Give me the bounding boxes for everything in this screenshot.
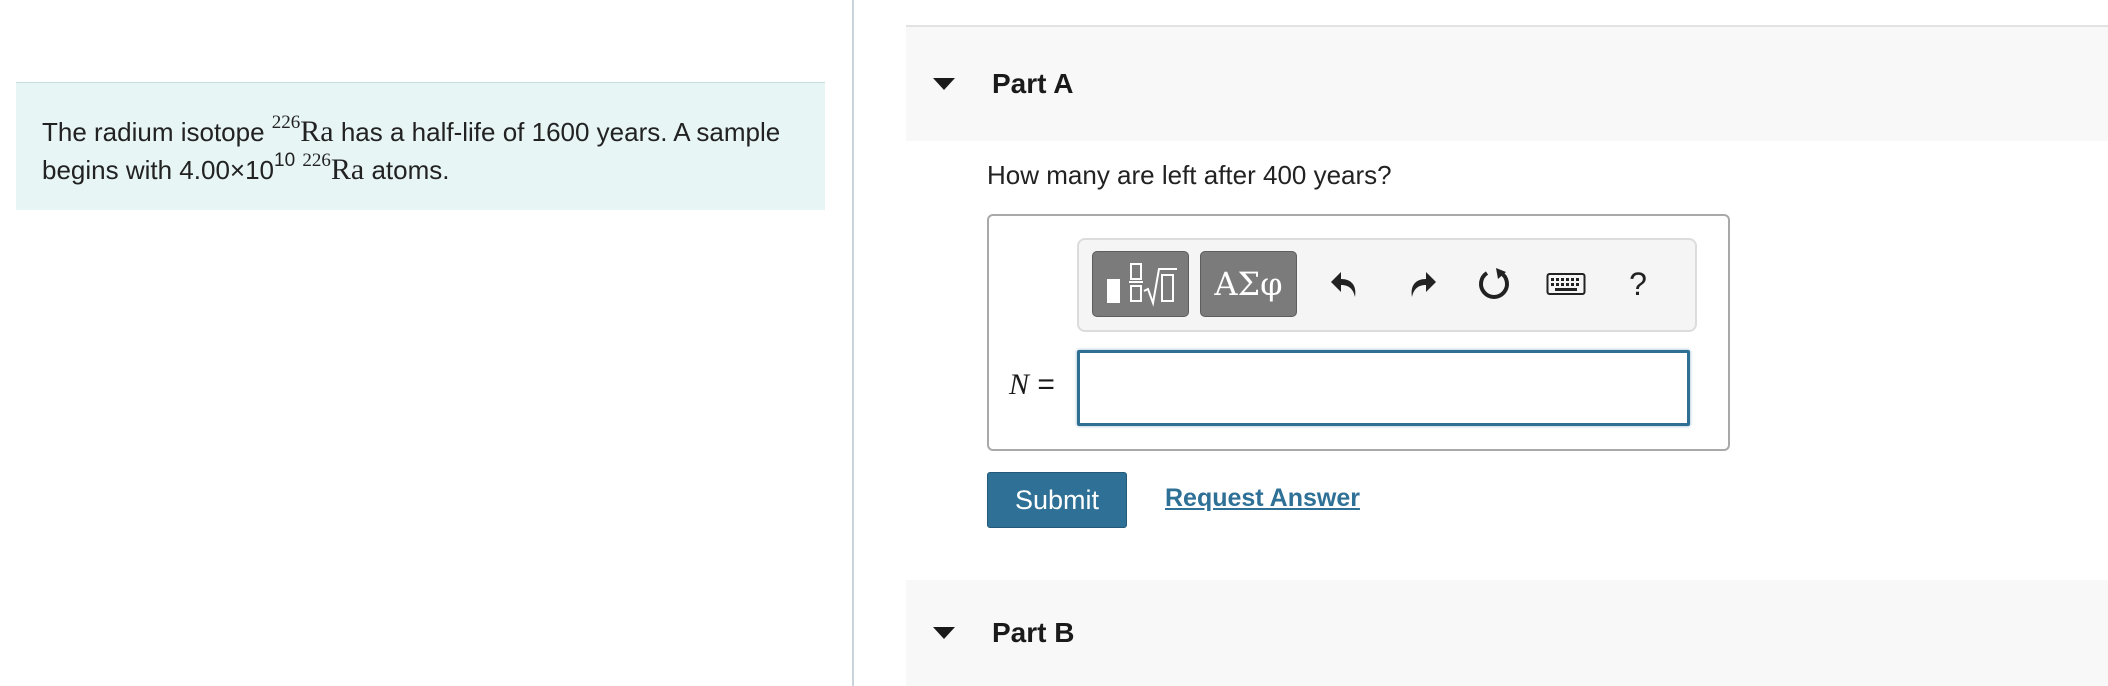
equals-sign: = [1029,368,1055,401]
answer-box: ΑΣφ ? N = [987,214,1730,451]
submit-button[interactable]: Submit [987,472,1127,528]
part-a-title: Part A [992,68,1074,99]
intro-text-before: The radium isotope [42,117,272,147]
redo-icon[interactable] [1399,262,1443,306]
request-answer-link[interactable]: Request Answer [1165,484,1360,513]
part-b-title: Part B [992,617,1075,648]
fraction-sqrt-icon [1106,263,1177,307]
collapse-caret-icon[interactable] [933,627,955,639]
isotope-notation: 226Ra [272,113,334,148]
answer-label: N = [1009,368,1055,402]
problem-intro: The radium isotope 226Ra has a half-life… [16,82,825,210]
help-button[interactable]: ? [1616,262,1660,306]
isotope-symbol-2: Ra [330,153,365,186]
templates-button[interactable] [1092,251,1189,317]
part-b-header[interactable]: Part B [906,580,2108,686]
part-a-question: How many are left after 400 years? [987,160,1392,190]
reset-icon[interactable] [1472,262,1516,306]
pane-divider [852,0,854,686]
isotope-mass: 226 [271,112,301,133]
undo-icon[interactable] [1324,262,1368,306]
answer-variable: N [1009,368,1030,401]
problem-pane: The radium isotope 226Ra has a half-life… [0,0,852,686]
isotope-notation-2: 226Ra [302,151,365,186]
answer-input[interactable] [1077,350,1690,426]
part-a-header[interactable]: Part A [906,25,2108,141]
greek-symbols-button[interactable]: ΑΣφ [1200,251,1297,317]
keyboard-icon[interactable] [1544,262,1588,306]
collapse-caret-icon[interactable] [933,78,955,90]
isotope-symbol: Ra [300,115,334,148]
isotope-mass-2: 226 [302,150,331,171]
parts-pane: Part A How many are left after 400 years… [906,0,2108,686]
intro-text-after: atoms. [364,155,450,185]
sample-exponent: 10 [274,150,296,171]
math-toolbar: ΑΣφ ? [1077,238,1697,332]
